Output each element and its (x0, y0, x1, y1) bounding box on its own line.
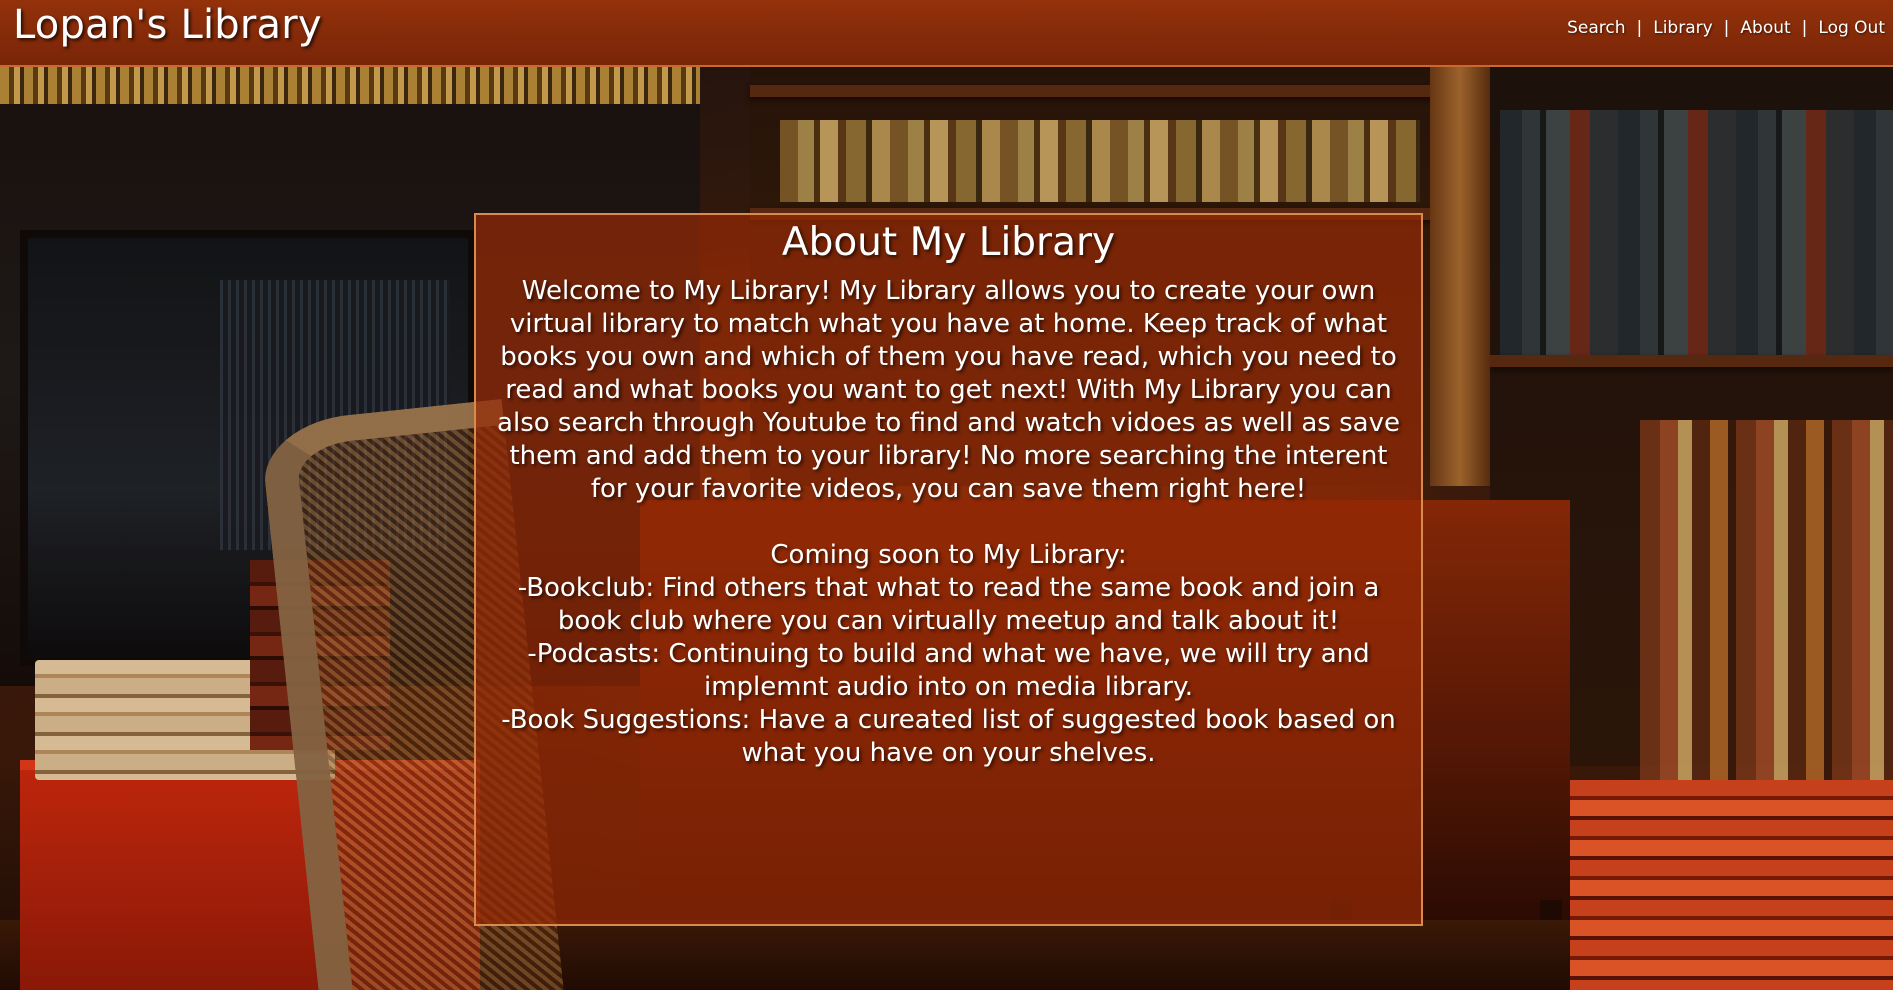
nav-separator: | (1636, 18, 1643, 38)
page-title: About My Library (781, 220, 1116, 265)
nav-link-search[interactable]: Search (1567, 18, 1625, 38)
coming-soon-item-book-suggestions: -Book Suggestions: Have a cureated list … (501, 705, 1396, 768)
coming-soon-item-podcasts: -Podcasts: Continuing to build and what … (527, 639, 1370, 702)
site-title[interactable]: Lopan's Library (13, 2, 322, 48)
main-nav: Search | Library | About | Log Out (1567, 18, 1885, 38)
nav-link-library[interactable]: Library (1653, 18, 1712, 38)
top-nav-bar: Lopan's Library Search | Library | About… (0, 0, 1893, 67)
coming-soon-list: -Bookclub: Find others that what to read… (476, 572, 1421, 770)
about-intro-text: Welcome to My Library! My Library allows… (497, 276, 1400, 504)
nav-link-about[interactable]: About (1740, 18, 1790, 38)
coming-soon-item-bookclub: -Bookclub: Find others that what to read… (517, 573, 1380, 636)
coming-soon-heading: Coming soon to My Library: (770, 540, 1127, 570)
nav-separator: | (1723, 18, 1730, 38)
about-panel: About My Library Welcome to My Library! … (474, 213, 1423, 926)
nav-link-log-out[interactable]: Log Out (1818, 18, 1885, 38)
nav-separator: | (1801, 18, 1808, 38)
